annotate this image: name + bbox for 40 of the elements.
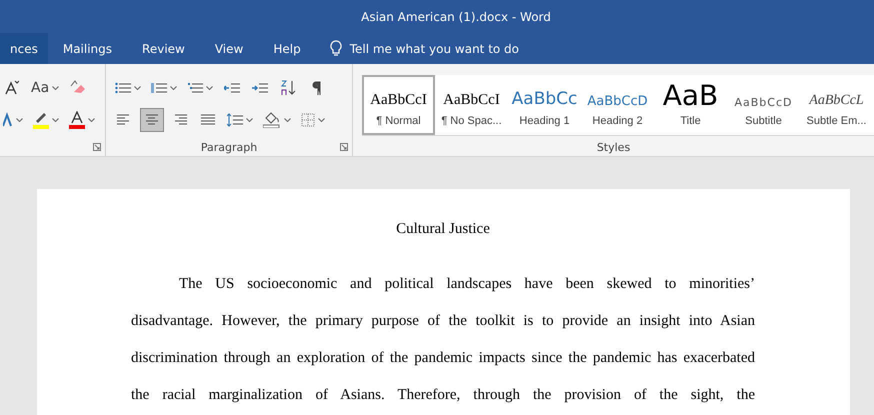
caret-icon [170, 86, 177, 90]
numbering-icon [151, 81, 167, 95]
multilevel-list-icon [187, 81, 203, 95]
ribbon-tab[interactable]: nces [0, 33, 48, 64]
borders-icon [301, 113, 315, 127]
caret-icon [318, 118, 325, 122]
paragraph-line: The US socioeconomic and political landscapes have been skewed to minorities’ [179, 275, 755, 294]
window-title: Asian American (1).docx - Word [361, 10, 551, 24]
caret-icon [88, 118, 95, 122]
dialog-launcher-icon[interactable] [340, 143, 348, 151]
highlighter-icon [33, 111, 49, 129]
ribbon-tab[interactable]: Mailings [48, 33, 128, 64]
caret-icon [284, 118, 291, 122]
group-label: Styles [596, 141, 630, 154]
caret-icon [52, 118, 59, 122]
font-color-button[interactable] [66, 108, 98, 132]
group-label: Paragraph [200, 141, 258, 154]
caret-icon [134, 86, 141, 90]
ribbon-tab[interactable]: View [200, 33, 258, 64]
text-effects-icon [3, 112, 13, 128]
document-title: Cultural Justice [396, 221, 490, 237]
caret-icon [52, 86, 60, 90]
style-option[interactable]: AaBbCcI ¶ Normal [362, 75, 435, 135]
align-center-icon[interactable] [140, 108, 164, 132]
ribbon-tab[interactable]: Help [258, 33, 316, 64]
paint-bucket-icon [263, 112, 281, 128]
dialog-launcher-icon[interactable] [93, 143, 101, 151]
paragraph-line: discrimination through an exploration of the pandemic impacts since the pandemic has exacerbated [131, 349, 755, 368]
caret-icon [206, 86, 213, 90]
line-spacing-icon [227, 113, 243, 127]
bullets-icon [115, 81, 131, 95]
ribbon-tab[interactable]: Review [127, 33, 200, 64]
font-color-icon [69, 111, 85, 129]
caret-icon [246, 118, 253, 122]
paragraph-line: disadvantage. However, the primary purpose of the toolkit is to provide an insight into Asian [131, 312, 755, 331]
paragraph-line: the racial marginalization of Asians. Therefore, through the provision of the sight, the [131, 386, 755, 405]
caret-icon [16, 118, 23, 122]
tell-me-field[interactable]: Tell me what you want to do [350, 42, 520, 56]
lightbulb-icon [330, 40, 342, 57]
change-case-button[interactable]: Aa [28, 76, 62, 100]
